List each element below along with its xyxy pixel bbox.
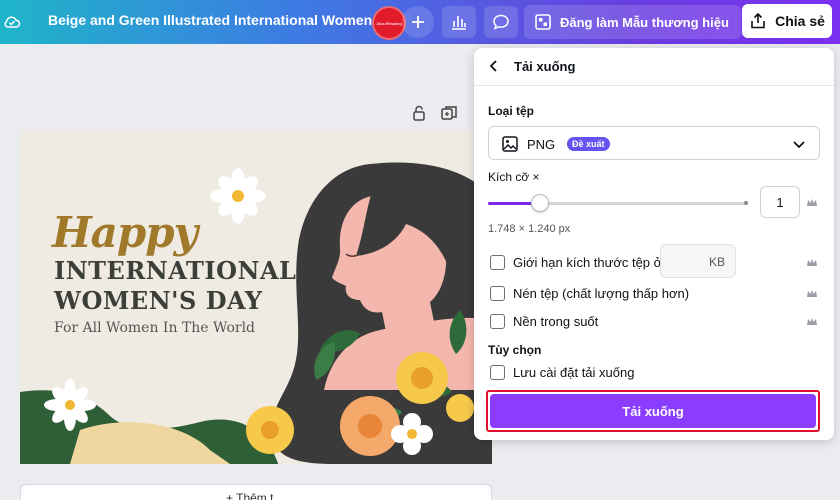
back-arrow-icon[interactable]	[486, 58, 502, 74]
panel-title: Tải xuống	[514, 59, 576, 74]
size-input[interactable]: 1	[760, 186, 800, 218]
design-headline-line1[interactable]: INTERNATIONAL	[54, 256, 296, 285]
comment-icon	[493, 14, 509, 30]
download-panel: Tải xuống Loại tệp PNG Đề xuất Kích cỡ ×…	[474, 48, 834, 440]
crown-icon	[807, 290, 817, 297]
lock-icon[interactable]	[410, 104, 428, 122]
panel-header: Tải xuống	[474, 48, 834, 86]
add-collaborator-button[interactable]	[402, 6, 434, 38]
design-headline-line2[interactable]: WOMEN'S DAY	[54, 286, 263, 315]
dimensions-text: 1.748 × 1.240 px	[488, 223, 571, 235]
chart-icon	[452, 16, 466, 30]
insights-button[interactable]	[442, 6, 476, 38]
file-type-value: PNG	[527, 137, 556, 152]
size-slider[interactable]	[488, 194, 746, 212]
publish-brand-template-button[interactable]: Đăng làm Mẫu thương hiệu	[524, 5, 741, 39]
comments-button[interactable]	[484, 6, 518, 38]
brand-icon	[535, 14, 551, 30]
size-label: Kích cỡ ×	[488, 170, 540, 184]
limit-file-size-checkbox[interactable]	[490, 254, 505, 270]
transparent-background-label: Nền trong suốt	[513, 313, 599, 329]
download-button-highlight: Tải xuống	[486, 390, 820, 432]
design-subtitle[interactable]: For All Women In The World	[54, 320, 255, 336]
cloud-icon[interactable]	[2, 12, 22, 32]
add-page-label: + Thêm t...	[226, 491, 284, 500]
save-settings-checkbox[interactable]	[490, 364, 505, 380]
crown-icon	[807, 318, 817, 325]
save-settings-label: Lưu cài đặt tải xuống	[513, 364, 635, 380]
compress-file-option[interactable]: Nén tệp (chất lượng thấp hơn)	[490, 285, 689, 301]
share-icon	[751, 12, 765, 29]
crown-icon	[807, 259, 817, 266]
design-happy-text[interactable]: Happy	[52, 208, 198, 257]
duplicate-icon[interactable]	[440, 104, 458, 122]
plus-icon	[412, 16, 424, 28]
preferences-label: Tùy chọn	[488, 343, 542, 357]
size-slider-end-dot	[744, 201, 748, 205]
avatar[interactable]: AboutReading	[372, 6, 406, 40]
size-slider-thumb[interactable]	[531, 194, 549, 212]
transparent-background-option[interactable]: Nền trong suốt	[490, 313, 598, 329]
share-label: Chia sẻ	[775, 13, 825, 29]
top-bar: Beige and Green Illustrated Internationa…	[0, 0, 840, 44]
image-icon	[502, 136, 518, 152]
crown-icon	[807, 199, 817, 206]
save-settings-option[interactable]: Lưu cài đặt tải xuống	[490, 364, 634, 380]
download-button[interactable]: Tải xuống	[490, 394, 816, 428]
recommended-badge: Đề xuất	[567, 137, 610, 151]
kb-unit: KB	[708, 255, 725, 269]
limit-file-size-label: Giới hạn kích thước tệp ở	[513, 254, 663, 270]
compress-file-checkbox[interactable]	[490, 285, 505, 301]
share-button[interactable]: Chia sẻ	[742, 4, 832, 38]
add-page-bar[interactable]: + Thêm t...	[20, 484, 492, 500]
design-canvas[interactable]: Happy INTERNATIONAL WOMEN'S DAY For All …	[20, 130, 492, 464]
publish-brand-template-label: Đăng làm Mẫu thương hiệu	[560, 14, 729, 30]
transparent-background-checkbox[interactable]	[490, 313, 505, 329]
compress-file-label: Nén tệp (chất lượng thấp hơn)	[513, 285, 690, 301]
file-type-select[interactable]: PNG Đề xuất	[488, 126, 820, 160]
file-size-limit-input[interactable]: KB	[660, 244, 736, 278]
file-type-label: Loại tệp	[488, 104, 535, 118]
chevron-down-icon	[793, 141, 805, 149]
document-title[interactable]: Beige and Green Illustrated Internationa…	[48, 12, 384, 28]
limit-file-size-option[interactable]: Giới hạn kích thước tệp ở	[490, 254, 662, 270]
